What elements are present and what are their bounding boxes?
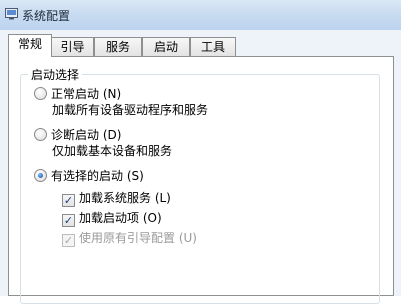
tab-startup[interactable]: 启动 [142, 37, 190, 56]
load-system-services-label: 加载系统服务 (L) [79, 191, 171, 205]
radio-button-checked[interactable] [34, 169, 47, 182]
load-startup-items-label: 加载启动项 (O) [79, 211, 162, 225]
title-bar[interactable]: 系统配置 [0, 0, 401, 31]
radio-selective-startup-label: 有选择的启动 (S) [51, 169, 144, 183]
radio-button[interactable] [34, 128, 47, 141]
tab-services[interactable]: 服务 [94, 37, 142, 56]
tab-boot[interactable]: 引导 [51, 37, 94, 56]
system-configuration-window: 系统配置 常规 引导 服务 启动 工具 启动选择 正常启动 (N) 加载所有设备… [0, 0, 401, 304]
checkbox-checked[interactable]: ✓ [62, 214, 75, 227]
tab-general[interactable]: 常规 [8, 34, 52, 57]
startup-selection-legend: 启动选择 [28, 66, 83, 83]
normal-startup-description: 加载所有设备驱动程序和服务 [52, 103, 209, 117]
checkbox-checked-disabled: ✓ [62, 234, 75, 247]
checkbox-use-original-boot-config: ✓ 使用原有引导配置 (U) [62, 231, 197, 247]
msconfig-icon [5, 8, 18, 20]
tab-strip: 常规 引导 服务 启动 工具 [8, 34, 393, 57]
window-title: 系统配置 [22, 9, 71, 23]
radio-diagnostic-startup[interactable]: 诊断启动 (D) [34, 128, 121, 144]
checkbox-load-system-services[interactable]: ✓ 加载系统服务 (L) [62, 191, 171, 207]
use-original-boot-config-label: 使用原有引导配置 (U) [79, 231, 197, 245]
checkbox-load-startup-items[interactable]: ✓ 加载启动项 (O) [62, 211, 162, 227]
tab-tools[interactable]: 工具 [190, 37, 236, 56]
radio-normal-startup-label: 正常启动 (N) [51, 87, 122, 101]
diagnostic-startup-description: 仅加载基本设备和服务 [52, 144, 173, 158]
radio-diagnostic-startup-label: 诊断启动 (D) [51, 128, 122, 142]
radio-selective-startup[interactable]: 有选择的启动 (S) [34, 169, 144, 185]
radio-button[interactable] [34, 87, 47, 100]
radio-normal-startup[interactable]: 正常启动 (N) [34, 87, 121, 103]
checkbox-checked[interactable]: ✓ [62, 194, 75, 207]
